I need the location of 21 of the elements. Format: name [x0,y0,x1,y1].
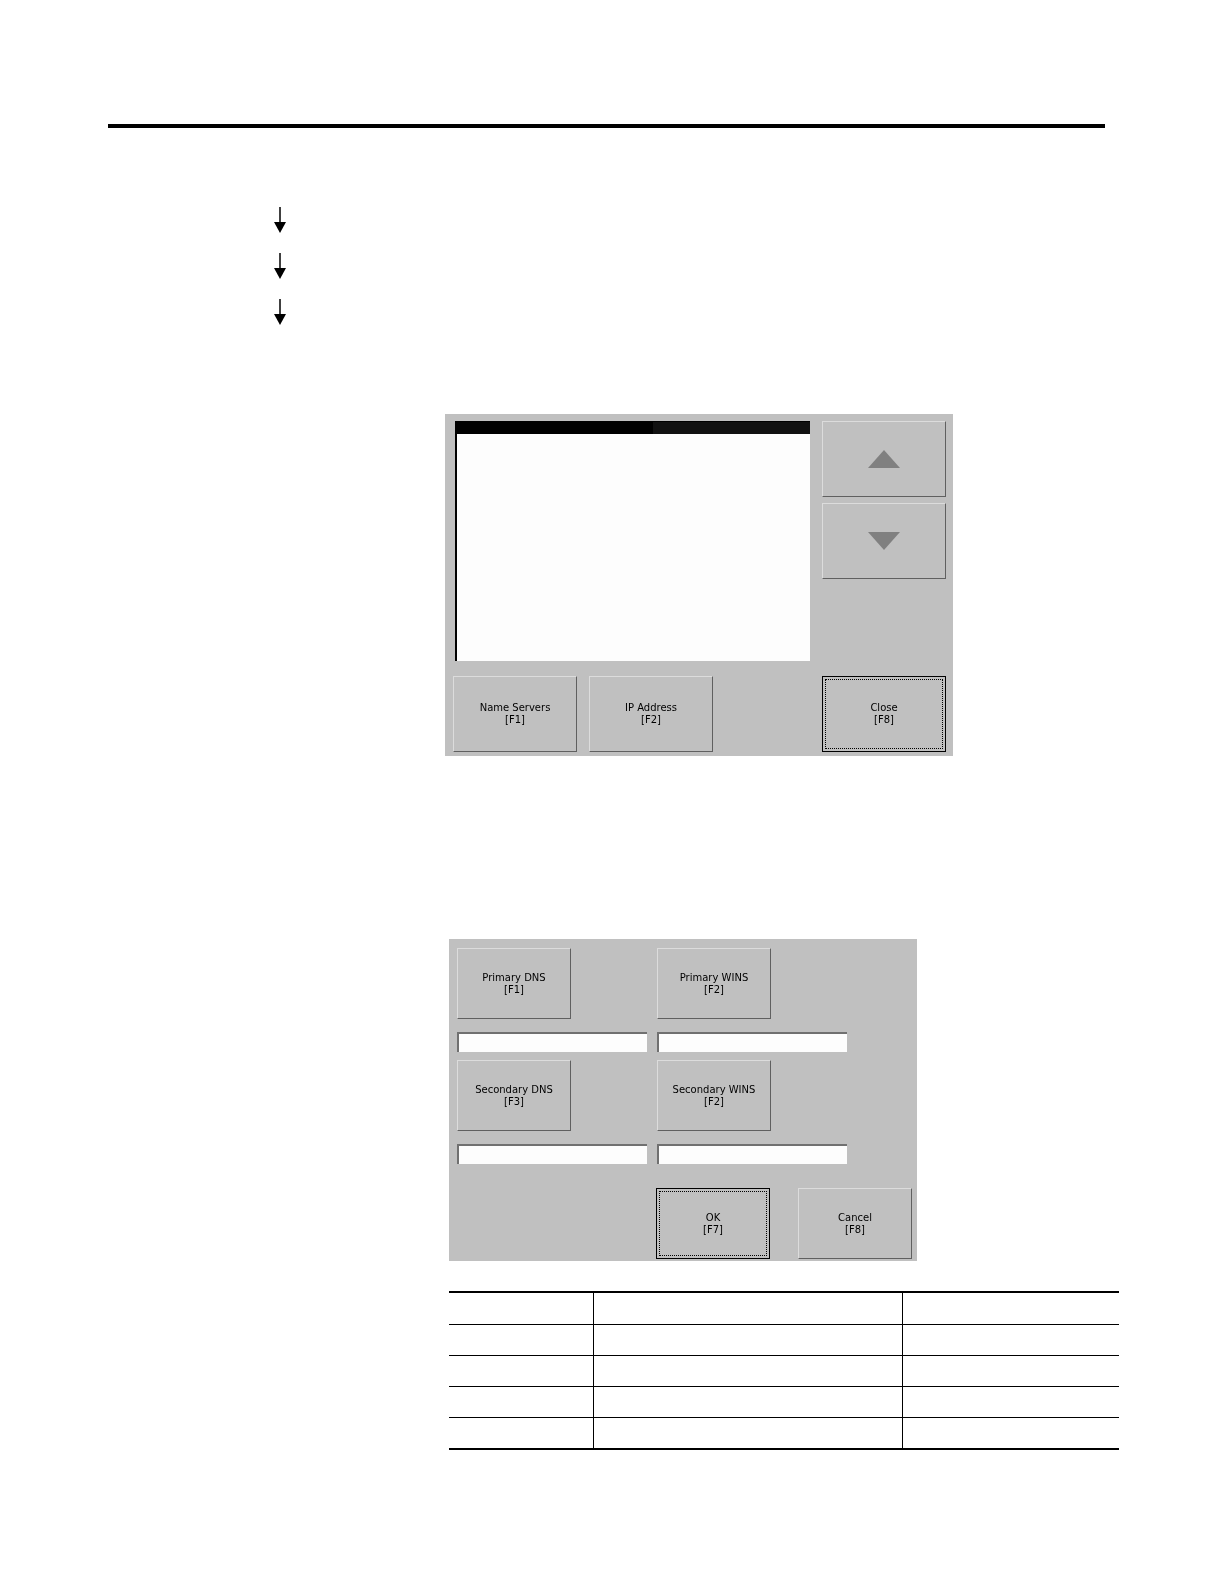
down-triangle-icon [868,532,900,550]
address-field[interactable] [457,1144,647,1164]
key-button[interactable]: Name Servers [F1] [453,676,577,752]
key-button[interactable]: IP Address [F2] [589,676,713,752]
down-arrow-icon [273,207,287,233]
key-button[interactable]: Secondary DNS [F3] [457,1060,571,1131]
address-field[interactable] [457,1032,647,1052]
address-field[interactable] [657,1144,847,1164]
down-arrow-icon [273,299,287,325]
scroll-up-button[interactable] [822,421,946,497]
key-button[interactable]: Secondary WINS [F2] [657,1060,771,1131]
address-field[interactable] [657,1032,847,1052]
down-arrow-icon [273,253,287,279]
key-button[interactable]: Cancel [F8] [798,1188,912,1259]
key-button[interactable]: Primary DNS [F1] [457,948,571,1019]
key-button[interactable]: Close [F8] [822,676,946,752]
list-box[interactable] [455,421,810,661]
scroll-down-button[interactable] [822,503,946,579]
key-button[interactable]: OK [F7] [656,1188,770,1259]
key-button[interactable]: Primary WINS [F2] [657,948,771,1019]
up-triangle-icon [868,450,900,468]
